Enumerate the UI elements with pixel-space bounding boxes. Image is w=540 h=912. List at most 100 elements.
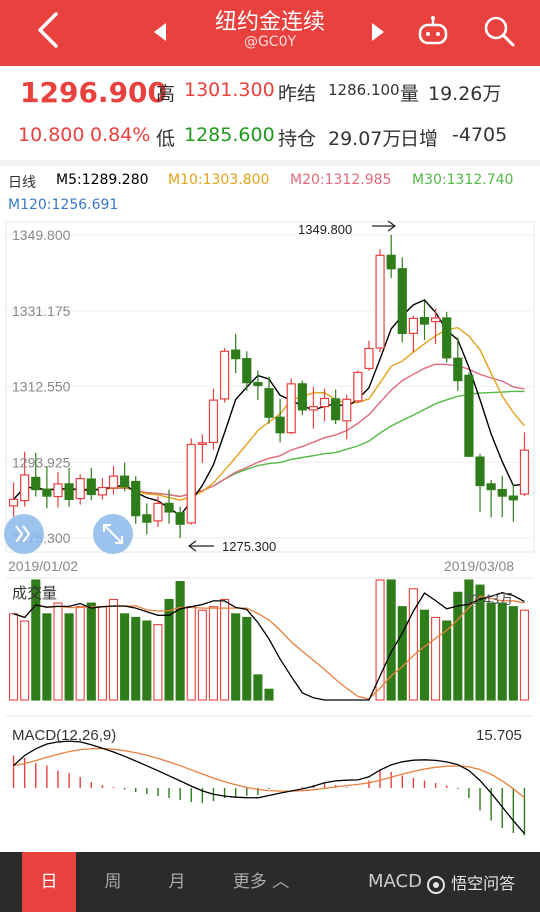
volume-bar [97, 606, 107, 701]
kline-chart-area[interactable]: 1349.800 1331.175 1312.550 1293.925 1275.300… [0, 0, 540, 912]
brand-text: 悟空问答 [451, 874, 516, 893]
candle-up [20, 474, 30, 502]
candle-down [508, 495, 518, 501]
macd-dif-line [13, 740, 525, 835]
candle-up [8, 498, 19, 507]
candle-down [142, 514, 152, 523]
candle-up [519, 449, 530, 495]
volume-bar [397, 606, 407, 701]
candle-down [464, 374, 474, 457]
volume-bar [131, 616, 141, 701]
svg-text:1275.300: 1275.300 [222, 539, 276, 554]
volume-bar [497, 602, 507, 701]
volume-max-label: 33.43万 [464, 591, 513, 607]
candle-down [120, 475, 130, 488]
candle-down [231, 349, 241, 360]
candle-up [319, 397, 330, 408]
candle-down [175, 512, 185, 525]
candle-up [342, 398, 352, 422]
candle-up [364, 347, 374, 370]
volume-bar [419, 609, 430, 701]
volume-bar [208, 606, 219, 701]
volume-bar [153, 624, 163, 701]
volume-bar [453, 591, 463, 701]
candle-up [197, 442, 207, 446]
candle-up [430, 317, 441, 323]
volume-bar [142, 620, 152, 701]
volume-bar [431, 616, 441, 701]
y-tick-label: 1312.550 [12, 379, 71, 395]
volume-bar [53, 602, 63, 701]
expand-left-button[interactable] [4, 514, 44, 554]
volume-bar [486, 602, 496, 701]
volume-bar [197, 609, 207, 701]
tab-more[interactable]: 更多 ︿ [216, 852, 306, 912]
candle-down [264, 388, 274, 418]
x-end-date: 2019/03/08 [444, 558, 514, 574]
candle-down [475, 456, 485, 487]
fullscreen-button[interactable] [93, 514, 133, 554]
volume-bar [264, 688, 274, 701]
volume-bar [253, 674, 263, 701]
candle-down [131, 480, 141, 517]
candle-down [453, 357, 463, 382]
volume-bar [186, 606, 196, 701]
x-start-date: 2019/01/02 [8, 558, 78, 574]
candle-up [408, 317, 418, 335]
volume-bar [75, 606, 85, 701]
volume-bar [64, 613, 74, 701]
candle-down [275, 416, 285, 434]
macd-dea-line [13, 747, 525, 799]
candle-up [208, 399, 219, 444]
volume-title: 成交量 [12, 584, 57, 602]
svg-text:1349.800: 1349.800 [298, 222, 352, 237]
volume-bar [86, 602, 96, 701]
volume-bar [20, 620, 30, 701]
candle-down [442, 317, 452, 359]
volume-bar [220, 598, 230, 701]
candle-down [419, 316, 430, 325]
volume-bar [42, 613, 52, 701]
brand-watermark: 悟空问答 [426, 868, 536, 900]
tab-day[interactable]: 日 [22, 852, 76, 912]
macd-title: MACD(12,26,9) [12, 727, 116, 744]
volume-bar [120, 613, 130, 701]
candle-down [42, 488, 52, 497]
candle-up [219, 350, 230, 400]
volume-bar [386, 579, 396, 701]
brand-logo-icon [427, 875, 445, 894]
volume-bar [175, 580, 185, 701]
candle-down [164, 502, 174, 513]
indicator-macd-button[interactable]: MACD [368, 852, 422, 912]
volume-bar [231, 613, 241, 701]
candle-down [31, 476, 41, 491]
candle-down [253, 382, 263, 387]
candle-up [153, 502, 163, 522]
tab-month[interactable]: 月 [150, 852, 204, 912]
y-tick-label: 1331.175 [12, 303, 71, 319]
candle-down [242, 358, 252, 384]
candle-down [331, 398, 341, 421]
volume-bar [9, 613, 19, 701]
candle-up [75, 478, 85, 500]
volume-bar [519, 609, 529, 701]
candle-up [375, 254, 385, 349]
y-tick-label: 1349.800 [12, 227, 71, 243]
candle-down [64, 483, 74, 500]
macd-value: 15.705 [476, 727, 522, 744]
candle-up [353, 371, 363, 402]
candle-up [53, 483, 63, 498]
candle-down [386, 254, 396, 270]
volume-bar [508, 606, 518, 701]
candle-down [397, 268, 407, 335]
candle-up [108, 475, 119, 489]
candle-down [497, 489, 507, 497]
candle-up [286, 383, 296, 434]
volume-bar [108, 598, 119, 701]
candle-up [308, 406, 319, 411]
candle-down [86, 478, 96, 496]
volume-bar [242, 616, 252, 701]
tab-week[interactable]: 周 [86, 852, 140, 912]
candle-down [486, 483, 496, 491]
app-screen: 纽约金连续 @GC0Y 1296.900 高 1301.300 昨结 1286.… [0, 0, 540, 912]
